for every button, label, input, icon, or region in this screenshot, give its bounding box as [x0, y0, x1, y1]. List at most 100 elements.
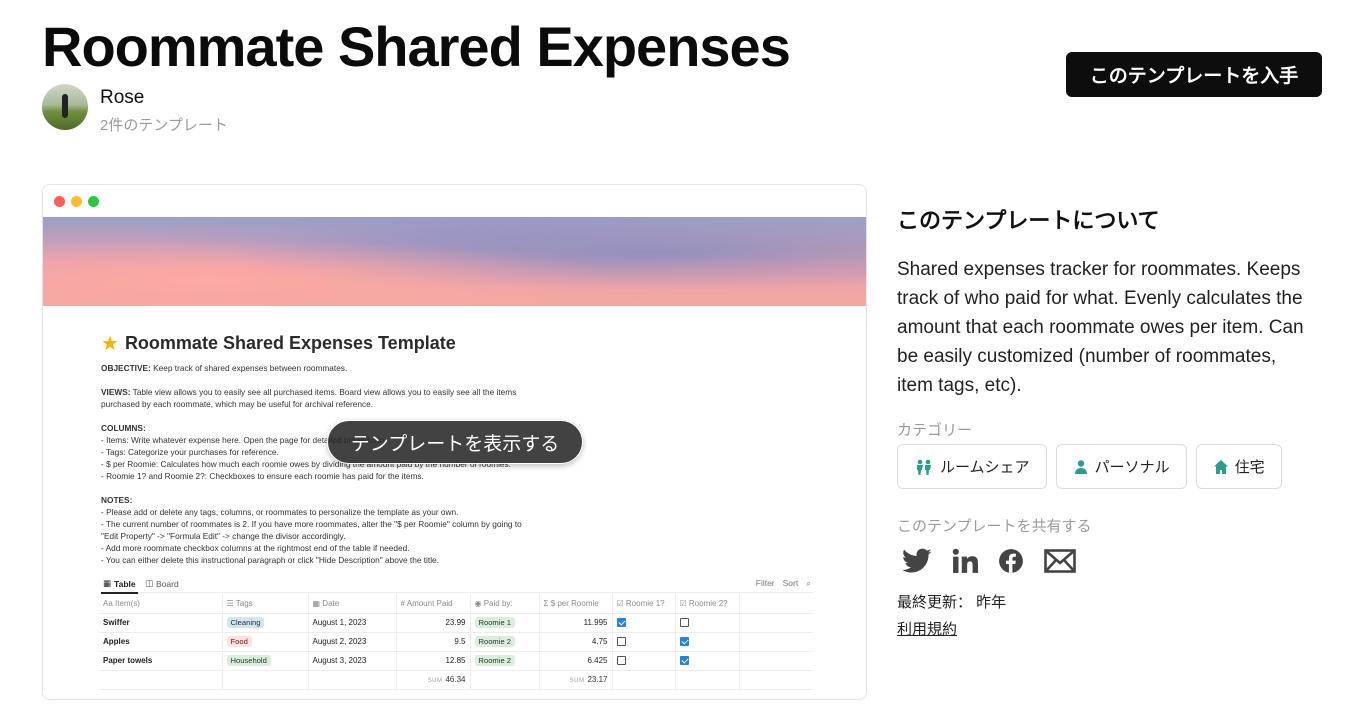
- category-label: カテゴリー: [897, 422, 973, 439]
- people-icon: [917, 459, 931, 475]
- cell-roomie2[interactable]: [675, 651, 740, 671]
- facebook-icon[interactable]: [998, 548, 1024, 574]
- cell-date[interactable]: August 2, 2023: [308, 632, 397, 652]
- sum-row: SUM 46.34 SUM 23.17: [99, 669, 813, 690]
- cell-tag[interactable]: Food: [222, 632, 309, 652]
- view-bar: ▦ Table ◫ Board Filter Sort ⌕: [101, 573, 813, 594]
- col-header-paid-by[interactable]: ◉ Paid by:: [470, 594, 540, 614]
- about-description: Shared expenses tracker for roommates. K…: [897, 259, 1304, 396]
- sum-per-roomie: 23.17: [587, 675, 608, 684]
- cell-item[interactable]: Swiffer: [99, 613, 223, 633]
- cell-amount[interactable]: 12.85: [396, 651, 471, 671]
- checkbox-roomie1[interactable]: [616, 656, 626, 666]
- person-icon: [1074, 459, 1087, 474]
- tag-badge: Cleaning: [226, 617, 265, 628]
- cell-paid-by[interactable]: Roomie 2: [470, 651, 540, 671]
- sum-per-cell: SUM 23.17: [539, 669, 613, 690]
- cell-paid-by[interactable]: Roomie 1: [470, 613, 540, 633]
- sort-button[interactable]: Sort: [783, 578, 799, 589]
- avatar[interactable]: [42, 84, 88, 130]
- notes-label: NOTES:: [101, 495, 133, 505]
- sum-label: SUM: [427, 678, 443, 684]
- paid-by-badge: Roomie 2: [474, 655, 515, 666]
- tag-badge: Household: [226, 655, 271, 666]
- search-icon[interactable]: ⌕: [806, 578, 811, 589]
- table-row[interactable]: Paper towels Household August 3, 2023 12…: [99, 651, 813, 671]
- cell-item[interactable]: Apples: [99, 632, 223, 652]
- author-block[interactable]: Rose 2件のテンプレート: [42, 84, 228, 135]
- col-header-date[interactable]: ▦ Date: [308, 594, 397, 614]
- col-header-tags[interactable]: ☰ Tags: [222, 594, 309, 614]
- views-label: VIEWS:: [101, 387, 131, 397]
- tab-board[interactable]: ◫ Board: [145, 578, 179, 589]
- doc-title: ★ Roommate Shared Expenses Template: [101, 331, 816, 356]
- col-header-per-roomie[interactable]: Σ $ per Roomie: [539, 594, 613, 614]
- checkbox-roomie2[interactable]: [679, 637, 689, 647]
- checkbox-roomie2[interactable]: [679, 656, 689, 666]
- cell-amount[interactable]: 23.99: [396, 613, 471, 633]
- cell-date[interactable]: August 1, 2023: [308, 613, 397, 633]
- cell-roomie2[interactable]: [675, 613, 740, 633]
- tab-table-label: Table: [114, 578, 136, 589]
- table-row[interactable]: Swiffer Cleaning August 1, 2023 23.99 Ro…: [99, 613, 813, 633]
- paid-by-badge: Roomie 2: [474, 636, 515, 647]
- email-icon[interactable]: [1044, 549, 1076, 573]
- house-icon: [1213, 459, 1228, 474]
- tab-table[interactable]: ▦ Table: [101, 578, 138, 594]
- objective-text: Keep track of shared expenses between ro…: [150, 363, 348, 373]
- board-icon: ◫: [145, 578, 154, 588]
- objective-label: OBJECTIVE:: [101, 363, 151, 373]
- table-icon: ▦: [103, 578, 112, 588]
- col-header-add[interactable]: [739, 594, 813, 614]
- checkbox-roomie2[interactable]: [679, 618, 689, 628]
- cell-amount[interactable]: 9.5: [396, 632, 471, 652]
- star-icon: ★: [101, 333, 119, 355]
- table-row[interactable]: Apples Food August 2, 2023 9.5 Roomie 2 …: [99, 632, 813, 652]
- get-template-button[interactable]: このテンプレートを入手: [1066, 52, 1322, 97]
- filter-button[interactable]: Filter: [756, 578, 775, 589]
- sum-amount: 46.34: [445, 675, 466, 684]
- twitter-icon[interactable]: [902, 548, 932, 574]
- category-housing[interactable]: 住宅: [1195, 444, 1282, 489]
- cell-date[interactable]: August 3, 2023: [308, 651, 397, 671]
- col-header-roomie2[interactable]: ☑ Roomie 2?: [675, 594, 740, 614]
- page-title: Roommate Shared Expenses: [42, 15, 791, 78]
- col-header-items[interactable]: Aa Item(s): [99, 594, 223, 614]
- linkedin-icon[interactable]: [952, 548, 978, 574]
- category-personal[interactable]: パーソナル: [1055, 444, 1187, 489]
- sum-amount-cell: SUM 46.34: [396, 669, 471, 690]
- about-heading: このテンプレートについて: [897, 208, 1160, 233]
- category-roomshare[interactable]: ルームシェア: [897, 444, 1047, 489]
- cell-item[interactable]: Paper towels: [99, 651, 223, 671]
- col-header-amount[interactable]: # Amount Paid: [396, 594, 471, 614]
- paid-by-badge: Roomie 1: [474, 617, 515, 628]
- sum-label: SUM: [569, 678, 585, 684]
- checkbox-roomie1[interactable]: [616, 637, 626, 647]
- category-roomshare-label: ルームシェア: [940, 459, 1030, 476]
- author-template-count: 2件のテンプレート: [100, 117, 228, 134]
- window-titlebar: [43, 185, 866, 217]
- cell-tag[interactable]: Household: [222, 651, 309, 671]
- doc-description: OBJECTIVE: Keep track of shared expenses…: [101, 362, 816, 566]
- table-header-row: Aa Item(s) ☰ Tags ▦ Date # Amount Paid ◉…: [99, 594, 813, 614]
- cell-paid-by[interactable]: Roomie 2: [470, 632, 540, 652]
- cell-tag[interactable]: Cleaning: [222, 613, 309, 633]
- tab-board-label: Board: [156, 578, 179, 589]
- template-preview[interactable]: ★ Roommate Shared Expenses Template OBJE…: [42, 184, 867, 700]
- cell-per-roomie: 6.425: [539, 651, 613, 671]
- view-template-button[interactable]: テンプレートを表示する: [327, 420, 583, 464]
- cell-roomie1[interactable]: [612, 632, 676, 652]
- views-text: Table view allows you to easily see all …: [101, 387, 517, 409]
- close-dot-icon: [54, 196, 65, 207]
- checkbox-roomie1[interactable]: [616, 618, 626, 628]
- cell-roomie2[interactable]: [675, 632, 740, 652]
- terms-link[interactable]: 利用規約: [897, 618, 957, 639]
- cell-roomie1[interactable]: [612, 651, 676, 671]
- maximize-dot-icon: [88, 196, 99, 207]
- share-icons: [902, 548, 1076, 574]
- author-name[interactable]: Rose: [100, 87, 228, 109]
- notes-text: - Please add or delete any tags, columns…: [101, 507, 522, 565]
- col-header-roomie1[interactable]: ☑ Roomie 1?: [612, 594, 676, 614]
- cell-roomie1[interactable]: [612, 613, 676, 633]
- minimize-dot-icon: [71, 196, 82, 207]
